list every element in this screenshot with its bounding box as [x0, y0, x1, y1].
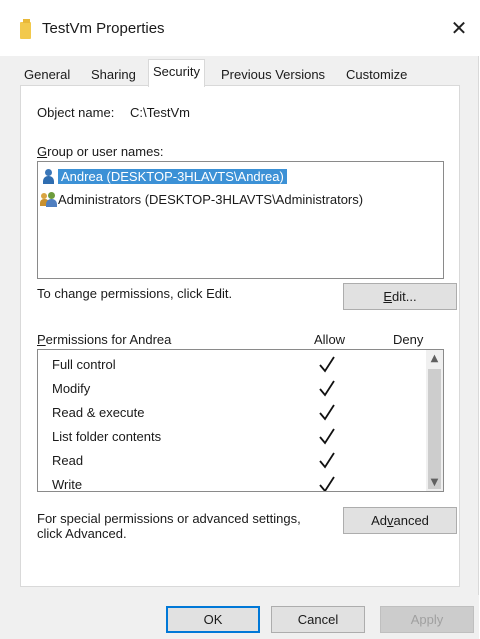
advanced-button[interactable]: Advanced — [343, 507, 457, 534]
allow-column-header: Allow — [314, 332, 346, 347]
deny-column-header: Deny — [393, 332, 424, 347]
group-icon — [40, 191, 57, 207]
permissions-list[interactable]: Full control Modify Read & execute List … — [37, 349, 444, 492]
allow-check-icon — [319, 356, 335, 373]
tab-strip: General Sharing Security Previous Versio… — [20, 56, 460, 87]
object-name-label: Object name: — [37, 105, 115, 120]
allow-check-icon — [319, 380, 335, 397]
permission-name: Write — [52, 477, 83, 492]
permission-name: Full control — [52, 357, 116, 372]
permission-row: Read — [38, 450, 443, 474]
tab-previous-versions[interactable]: Previous Versions — [217, 64, 330, 86]
permission-name: Modify — [52, 381, 91, 396]
apply-button[interactable]: Apply — [380, 606, 474, 633]
window-title: TestVm Properties — [42, 20, 165, 37]
dialog-button-bar: OK Cancel Apply — [0, 595, 479, 639]
user-item-andrea[interactable]: Andrea (DESKTOP-3HLAVTS\Andrea) — [41, 167, 287, 187]
permission-name: List folder contents — [52, 429, 162, 444]
properties-dialog: TestVm Properties ✕ General Sharing Secu… — [0, 0, 479, 639]
tab-general[interactable]: General — [20, 64, 75, 86]
user-list[interactable]: Andrea (DESKTOP-3HLAVTS\Andrea) Administ… — [37, 161, 444, 279]
edit-button[interactable]: Edit... — [343, 283, 457, 310]
object-name-value: C:\TestVm — [130, 105, 190, 120]
permission-row: Write — [38, 474, 443, 492]
scroll-thumb[interactable] — [428, 369, 441, 489]
security-tab-panel: Object name: C:\TestVm Group or user nam… — [20, 85, 460, 587]
user-icon — [41, 168, 57, 184]
close-button[interactable]: ✕ — [439, 12, 479, 44]
scroll-up-icon[interactable]: ▲ — [426, 350, 443, 367]
allow-check-icon — [319, 476, 335, 491]
tab-customize[interactable]: Customize — [342, 64, 412, 86]
title-bar: TestVm Properties ✕ — [0, 0, 479, 56]
permission-row: Modify — [38, 378, 443, 402]
allow-check-icon — [319, 452, 335, 469]
group-user-names-label: Group or user names: — [37, 144, 164, 159]
advanced-hint-line1: For special permissions or advanced sett… — [37, 511, 301, 526]
permission-name: Read & execute — [52, 405, 145, 420]
permissions-scrollbar[interactable]: ▲ ▼ — [426, 350, 443, 491]
tab-security[interactable]: Security — [148, 59, 205, 87]
scroll-down-icon[interactable]: ▼ — [426, 474, 443, 491]
change-permissions-hint: To change permissions, click Edit. — [37, 286, 233, 301]
permissions-header: Permissions for Andrea — [37, 332, 172, 347]
advanced-hint-line2: click Advanced. — [37, 526, 127, 541]
permission-row: Read & execute — [38, 402, 443, 426]
cancel-button[interactable]: Cancel — [271, 606, 365, 633]
allow-check-icon — [319, 428, 335, 445]
permission-row: Full control — [38, 354, 443, 378]
tab-sharing[interactable]: Sharing — [87, 64, 140, 86]
permission-name: Read — [52, 453, 84, 468]
allow-check-icon — [319, 404, 335, 421]
ok-button[interactable]: OK — [166, 606, 260, 633]
permission-row: List folder contents — [38, 426, 443, 450]
user-item-administrators[interactable]: Administrators (DESKTOP-3HLAVTS\Administ… — [40, 190, 363, 210]
folder-icon — [20, 19, 31, 39]
